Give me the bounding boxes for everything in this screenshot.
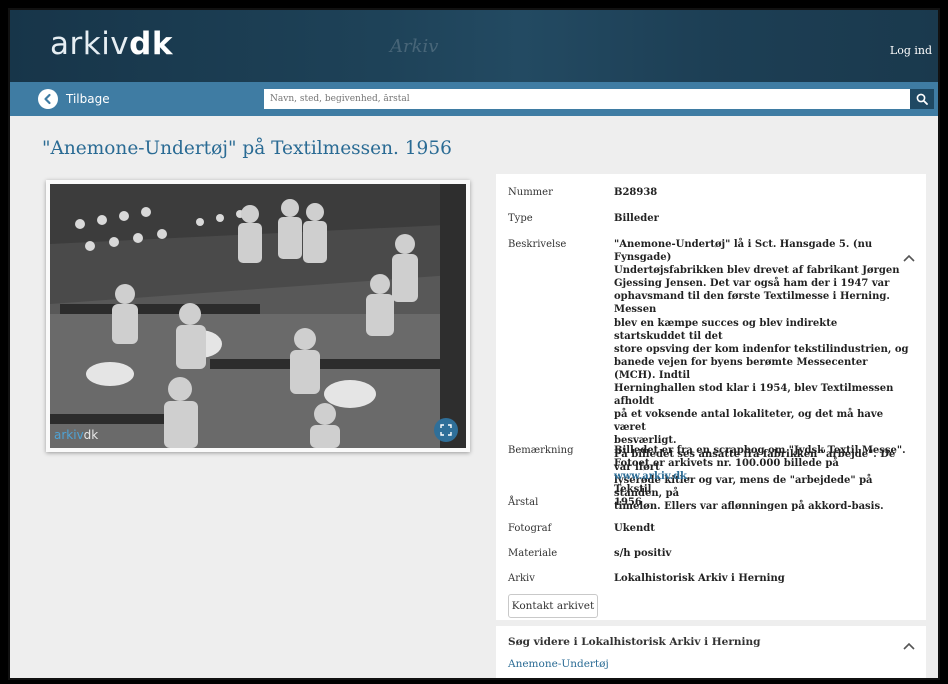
fullscreen-button[interactable] bbox=[434, 418, 458, 442]
field-value: B28938 bbox=[614, 187, 658, 198]
search-further-panel: Søg videre i Lokalhistorisk Arkiv i Hern… bbox=[496, 626, 926, 678]
contact-archive-button[interactable]: Kontakt arkivet bbox=[508, 594, 598, 618]
search-icon bbox=[916, 90, 928, 109]
logo-dk-text: dk bbox=[129, 26, 173, 62]
record-details-panel: Nummer B28938 Type Billeder Beskrivelse … bbox=[496, 174, 926, 620]
record-photo[interactable]: arkivdk bbox=[50, 184, 466, 448]
login-link[interactable]: Log ind bbox=[890, 44, 932, 57]
search-further-link[interactable]: Anemone-Undertøj bbox=[508, 658, 609, 670]
chevron-up-icon[interactable] bbox=[902, 636, 916, 650]
field-value: Lokalhistorisk Arkiv i Herning bbox=[614, 573, 785, 584]
photo-watermark: arkivdk bbox=[54, 428, 99, 442]
field-label: Fotograf bbox=[508, 523, 552, 534]
field-value: Billeder bbox=[614, 213, 659, 224]
header-watermark: Arkiv bbox=[390, 36, 439, 57]
field-label: Nummer bbox=[508, 187, 553, 198]
browser-viewport: arkivdk Arkiv Log ind Tilbage "Anemone-U… bbox=[8, 8, 940, 680]
nav-bar: Tilbage bbox=[10, 82, 938, 116]
field-label: Bemærkning bbox=[508, 445, 574, 456]
search-button[interactable] bbox=[910, 89, 934, 109]
field-label: Årstal bbox=[508, 497, 539, 508]
arrow-left-icon bbox=[38, 89, 58, 109]
back-button[interactable]: Tilbage bbox=[38, 89, 110, 109]
field-value: 1956 bbox=[614, 497, 642, 508]
expand-icon bbox=[440, 421, 452, 440]
field-label: Arkiv bbox=[508, 573, 535, 584]
field-label: Materiale bbox=[508, 548, 558, 559]
search-further-title: Søg videre i Lokalhistorisk Arkiv i Hern… bbox=[508, 636, 761, 648]
field-value: s/h positiv bbox=[614, 548, 672, 559]
site-header: arkivdk Arkiv Log ind bbox=[10, 10, 938, 82]
field-label: Type bbox=[508, 213, 533, 224]
field-label: Beskrivelse bbox=[508, 239, 567, 250]
arkiv-link[interactable]: www.arkiv.dk bbox=[614, 471, 687, 482]
chevron-up-icon[interactable] bbox=[902, 248, 916, 262]
logo-arkiv-text: arkiv bbox=[50, 26, 130, 62]
record-photo-frame: arkivdk bbox=[46, 180, 470, 452]
back-label: Tilbage bbox=[66, 92, 110, 106]
site-logo[interactable]: arkivdk bbox=[50, 26, 173, 62]
search-input[interactable] bbox=[264, 89, 910, 109]
page-title: "Anemone-Undertøj" på Textilmessen. 1956 bbox=[42, 138, 452, 159]
remark-text: Billedet er fra en scrapbog om "Jydsk Te… bbox=[614, 445, 906, 496]
field-value: Ukendt bbox=[614, 523, 655, 534]
